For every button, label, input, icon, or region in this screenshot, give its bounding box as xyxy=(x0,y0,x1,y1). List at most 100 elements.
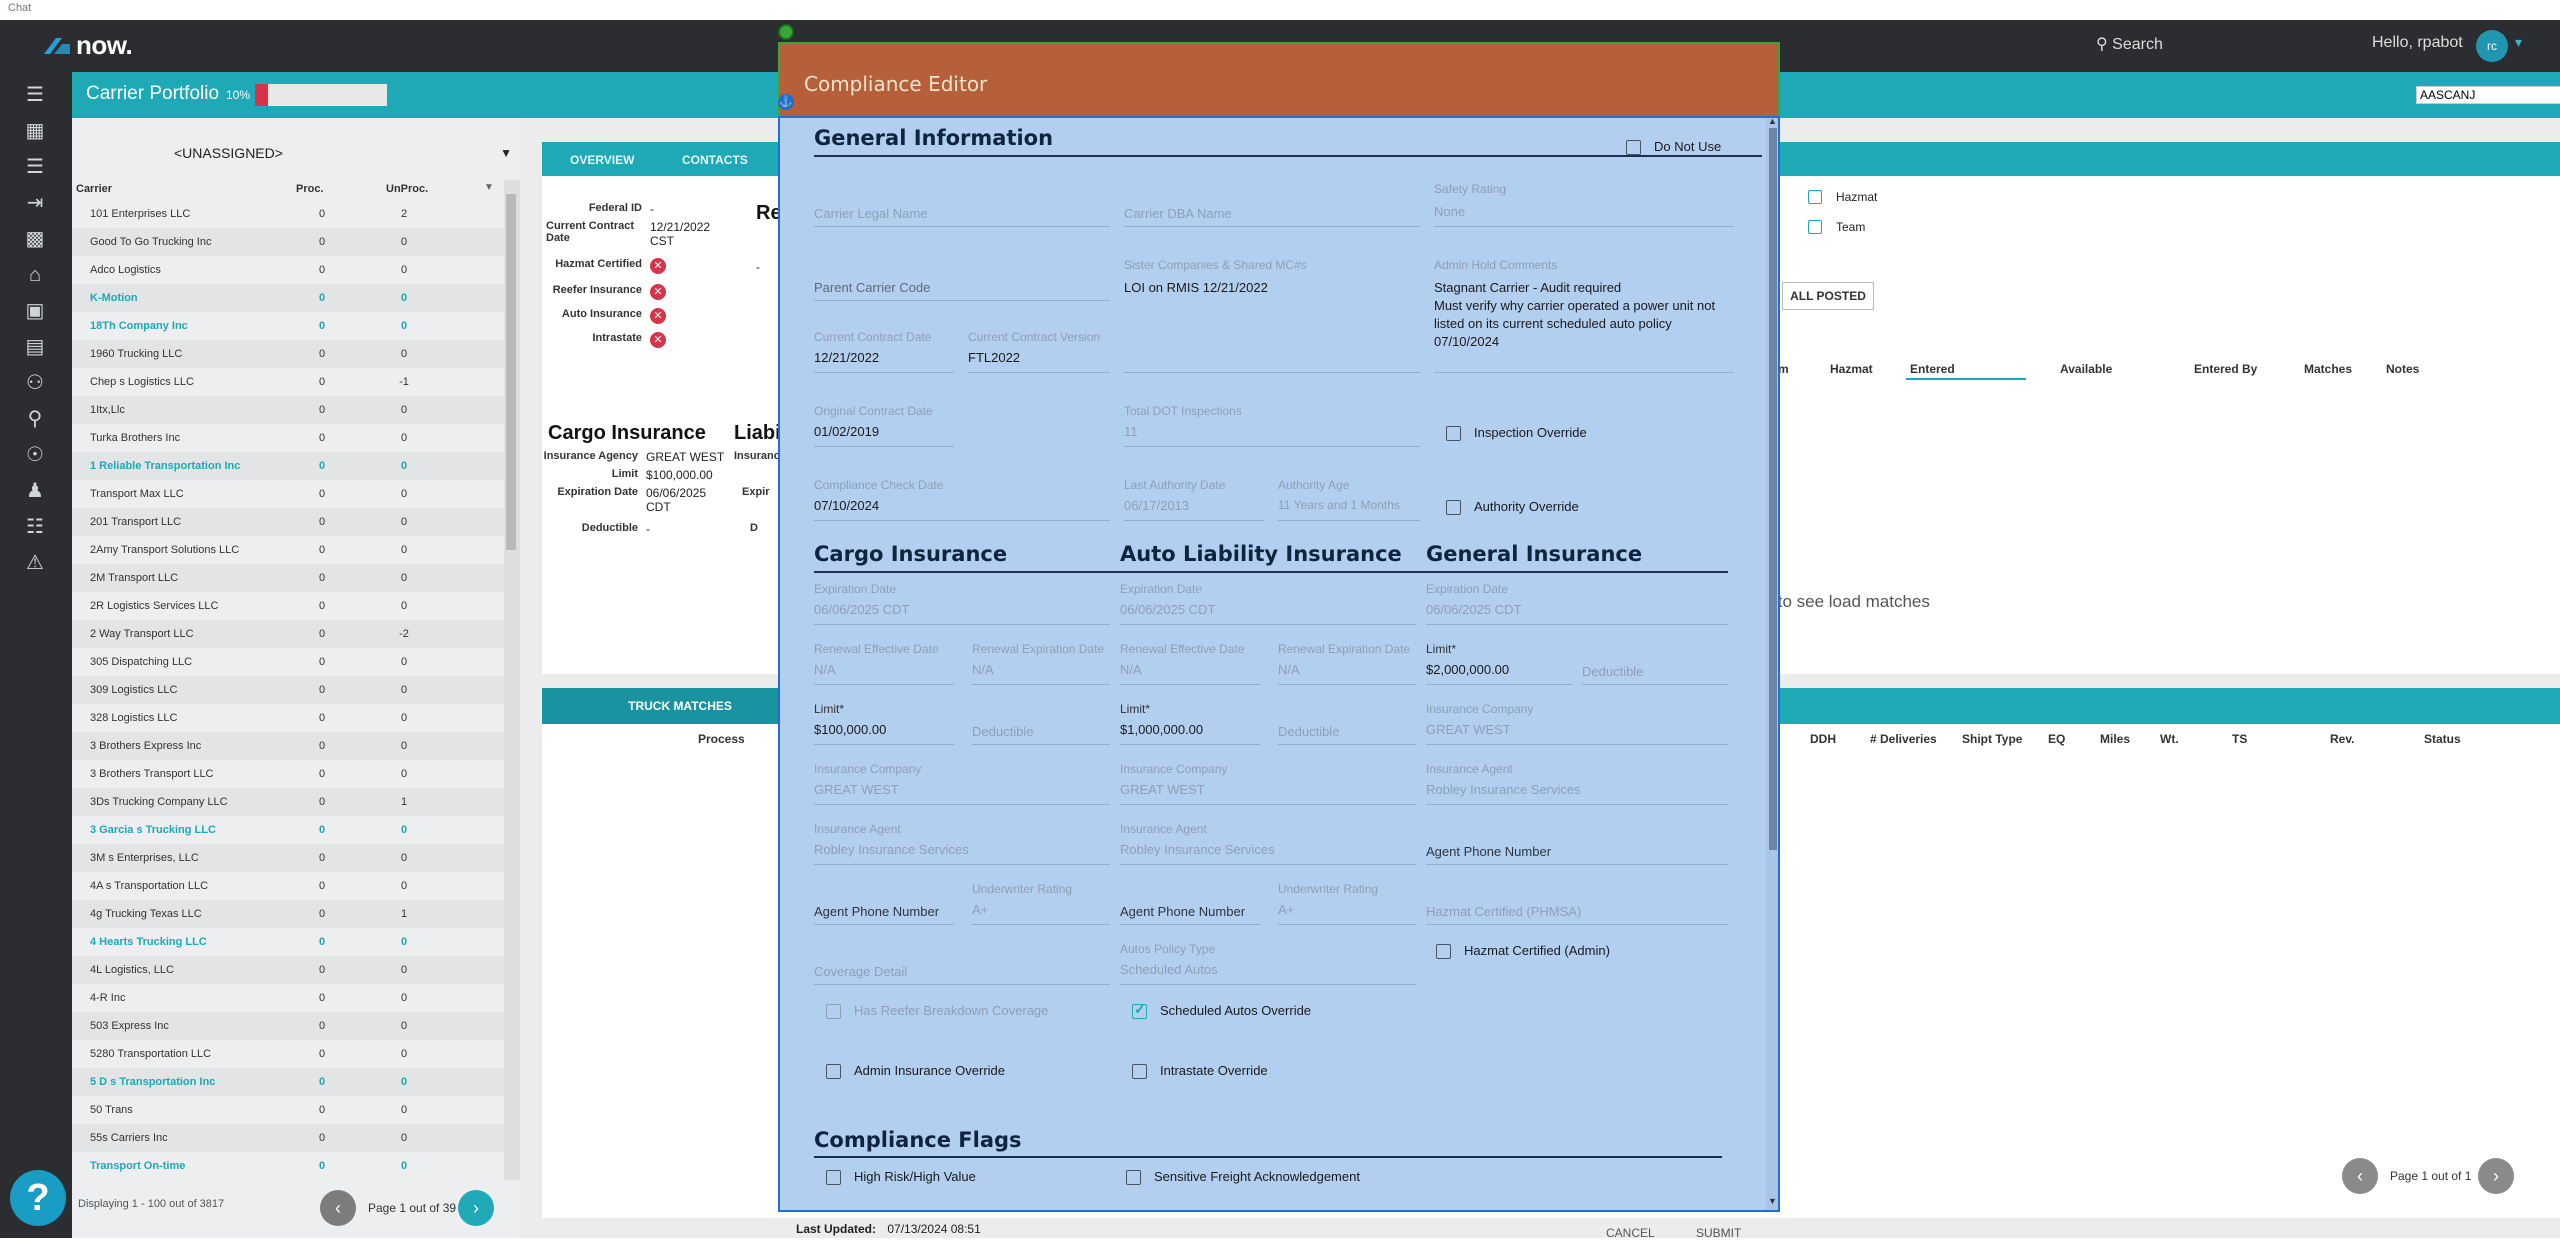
scheduled-autos-override-checkbox[interactable] xyxy=(1132,1001,1147,1019)
all-posted-button[interactable]: ALL POSTED xyxy=(1782,282,1874,310)
table-row[interactable]: 5 D s Transportation Inc 0 0 xyxy=(72,1068,504,1096)
modal-move-handle[interactable] xyxy=(778,24,794,40)
truck-col-ts[interactable]: TS xyxy=(2232,732,2247,746)
scroll-down-icon[interactable]: ▼ xyxy=(1768,1196,1777,1206)
table-row[interactable]: 101 Enterprises LLC 0 2 xyxy=(72,200,504,228)
truck-col-shipt-type[interactable]: Shipt Type xyxy=(1962,732,2022,746)
tab-contacts[interactable]: CONTACTS xyxy=(682,153,748,167)
table-row[interactable]: 4g Trucking Texas LLC 0 1 xyxy=(72,900,504,928)
table-row[interactable]: 50 Trans 0 0 xyxy=(72,1096,504,1124)
check-date-value[interactable]: 07/10/2024 xyxy=(814,498,879,513)
truck-col-process[interactable]: Process xyxy=(698,732,745,746)
modal-header[interactable]: Compliance Editor xyxy=(778,42,1780,116)
avatar[interactable]: rc xyxy=(2476,30,2508,62)
table-row[interactable]: Adco Logistics 0 0 xyxy=(72,256,504,284)
table-row[interactable]: 3 Brothers Express Inc 0 0 xyxy=(72,732,504,760)
cargo-deductible-field[interactable]: Deductible xyxy=(972,724,1033,739)
previous-page-button[interactable]: ‹ xyxy=(320,1190,356,1226)
admin-hold-line-2[interactable]: Must verify why carrier operated a power… xyxy=(1434,298,1715,313)
general-limit-value[interactable]: $2,000,000.00 xyxy=(1426,662,1509,677)
next-page-button[interactable]: › xyxy=(458,1190,494,1226)
chevron-down-icon[interactable]: ▾ xyxy=(2515,34,2522,51)
carrier-dba-name-field[interactable]: Carrier DBA Name xyxy=(1124,206,1232,221)
sister-companies-value[interactable]: LOI on RMIS 12/21/2022 xyxy=(1124,280,1268,295)
table-row[interactable]: 4A s Transportation LLC 0 0 xyxy=(72,872,504,900)
table-row[interactable]: 55s Carriers Inc 0 0 xyxy=(72,1124,504,1152)
carrier-legal-name-field[interactable]: Carrier Legal Name xyxy=(814,206,927,221)
scrollbar-thumb[interactable] xyxy=(506,194,516,550)
table-row[interactable]: K-Motion 0 0 xyxy=(72,284,504,312)
column-unproc[interactable]: UnProc. xyxy=(386,183,428,195)
carrier-name[interactable]: Transport On-time xyxy=(90,1160,185,1172)
truck-col-wt[interactable]: Wt. xyxy=(2160,732,2179,746)
load-col-entered-by[interactable]: Entered By xyxy=(2194,362,2257,376)
assignment-select[interactable]: <UNASSIGNED> ▼ xyxy=(90,136,518,168)
hazmat-filter-checkbox[interactable] xyxy=(1808,190,1822,204)
original-contract-value[interactable]: 01/02/2019 xyxy=(814,424,879,439)
truck-col-miles[interactable]: Miles xyxy=(2100,732,2130,746)
table-row[interactable]: 2M Transport LLC 0 0 xyxy=(72,564,504,592)
table-row[interactable]: 3 Garcia s Trucking LLC 0 0 xyxy=(72,816,504,844)
truck-col-status[interactable]: Status xyxy=(2424,732,2461,746)
column-proc[interactable]: Proc. xyxy=(296,183,324,195)
boxes-icon[interactable]: ▣ xyxy=(22,298,48,324)
table-row[interactable]: Good To Go Trucking Inc 0 0 xyxy=(72,228,504,256)
global-search-button[interactable]: ⚲ Search xyxy=(2096,34,2163,54)
warehouse-icon[interactable]: ⌂ xyxy=(22,262,48,288)
book-icon[interactable]: ☷ xyxy=(22,514,48,540)
carrier-name[interactable]: 5 D s Transportation Inc xyxy=(90,1076,215,1088)
table-row[interactable]: 3 Brothers Transport LLC 0 0 xyxy=(72,760,504,788)
load-col-matches[interactable]: Matches xyxy=(2304,362,2352,376)
anchor-icon[interactable]: ⚓ xyxy=(778,94,794,110)
load-col-notes[interactable]: Notes xyxy=(2386,362,2419,376)
table-row[interactable]: 3M s Enterprises, LLC 0 0 xyxy=(72,844,504,872)
admin-insurance-override-checkbox[interactable] xyxy=(826,1064,841,1079)
load-col-hazmat[interactable]: Hazmat xyxy=(1830,362,1873,376)
menu-icon[interactable]: ☰ xyxy=(22,82,48,108)
scroll-up-icon[interactable]: ▲ xyxy=(1768,118,1777,126)
coverage-detail-field[interactable]: Coverage Detail xyxy=(814,964,907,979)
high-risk-checkbox[interactable] xyxy=(826,1170,841,1185)
scrollbar-thumb[interactable] xyxy=(1769,128,1777,850)
admin-hold-line-4[interactable]: 07/10/2024 xyxy=(1434,334,1499,349)
auto-deductible-field[interactable]: Deductible xyxy=(1278,724,1339,739)
cargo-agent-phone-field[interactable]: Agent Phone Number xyxy=(814,904,939,919)
now-logo[interactable]: now. xyxy=(42,30,133,61)
truck-col-deliveries[interactable]: # Deliveries xyxy=(1870,732,1937,746)
table-row[interactable]: 4 Hearts Trucking LLC 0 0 xyxy=(72,928,504,956)
table-row[interactable]: 503 Express Inc 0 0 xyxy=(72,1012,504,1040)
contract-date-value[interactable]: 12/21/2022 xyxy=(814,350,879,365)
map-icon[interactable]: ▤ xyxy=(22,334,48,360)
list-icon[interactable]: ☰ xyxy=(22,154,48,180)
column-carrier[interactable]: Carrier xyxy=(76,183,112,195)
load-col-available[interactable]: Available xyxy=(2060,362,2112,376)
intrastate-override-checkbox[interactable] xyxy=(1132,1064,1147,1079)
authority-override-checkbox[interactable] xyxy=(1446,500,1461,515)
team-filter-checkbox[interactable] xyxy=(1808,220,1822,234)
table-row[interactable]: Transport Max LLC 0 0 xyxy=(72,480,504,508)
reefer-breakdown-checkbox[interactable] xyxy=(826,1004,841,1019)
modal-scrollbar[interactable]: ▲ ▼ xyxy=(1766,118,1778,1210)
table-row[interactable]: 4L Logistics, LLC 0 0 xyxy=(72,956,504,984)
tab-truck-matches[interactable]: TRUCK MATCHES xyxy=(542,688,818,724)
hazmat-phmsa-field[interactable]: Hazmat Certified (PHMSA) xyxy=(1426,904,1581,919)
table-row[interactable]: 1960 Trucking LLC 0 0 xyxy=(72,340,504,368)
carrier-name[interactable]: 4 Hearts Trucking LLC xyxy=(90,936,207,948)
contract-version-value[interactable]: FTL2022 xyxy=(968,350,1020,365)
person-clock-icon[interactable]: ♟ xyxy=(22,478,48,504)
hazmat-admin-checkbox[interactable] xyxy=(1436,944,1451,959)
carrier-name[interactable]: K-Motion xyxy=(90,292,138,304)
general-deductible-field[interactable]: Deductible xyxy=(1582,664,1643,679)
do-not-use-checkbox[interactable] xyxy=(1626,140,1641,155)
login-icon[interactable]: ⇥ xyxy=(22,190,48,216)
table-row[interactable]: 3Ds Trucking Company LLC 0 1 xyxy=(72,788,504,816)
tab-overview[interactable]: OVERVIEW xyxy=(570,153,634,167)
truck-col-rev[interactable]: Rev. xyxy=(2330,732,2354,746)
table-row[interactable]: 4-R Inc 0 0 xyxy=(72,984,504,1012)
filter-icon[interactable]: ▼ xyxy=(484,182,494,193)
table-row[interactable]: 201 Transport LLC 0 0 xyxy=(72,508,504,536)
table-row[interactable]: 305 Dispatching LLC 0 0 xyxy=(72,648,504,676)
table-row[interactable]: 328 Logistics LLC 0 0 xyxy=(72,704,504,732)
search-circle-icon[interactable]: ☉ xyxy=(22,442,48,468)
truck-previous-page-button[interactable]: ‹ xyxy=(2342,1158,2378,1194)
